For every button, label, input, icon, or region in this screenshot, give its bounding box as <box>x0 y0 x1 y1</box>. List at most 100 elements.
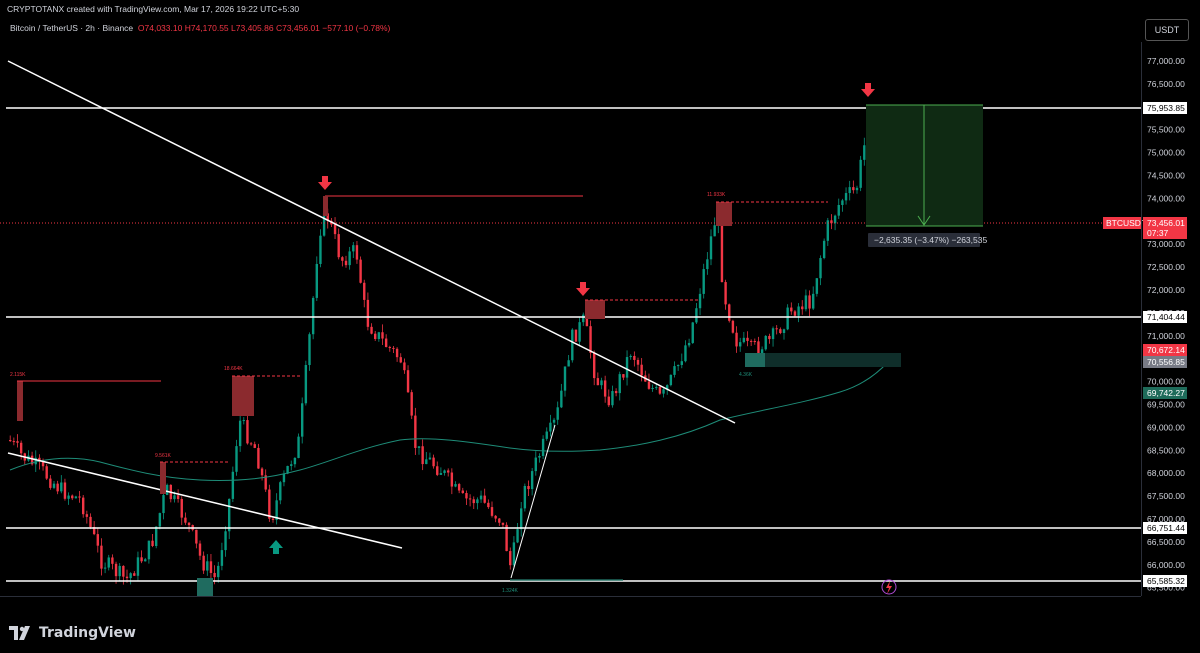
level-label: 71,404.44 <box>1147 312 1185 322</box>
trendline-ascending[interactable] <box>510 424 556 579</box>
candle-body <box>479 495 483 500</box>
candle-body <box>410 392 413 416</box>
candle-body <box>848 187 851 194</box>
ohlc-low: L73,405.86 <box>231 23 274 33</box>
candle-body <box>103 567 107 569</box>
candle-body <box>304 365 308 404</box>
candle-body <box>173 495 176 500</box>
candle-body <box>611 391 614 406</box>
candle-body <box>775 328 778 330</box>
candle-body <box>764 335 767 350</box>
level-label: 65,585.32 <box>1147 576 1185 586</box>
candle-body <box>56 483 59 492</box>
candle-body <box>414 415 417 448</box>
candle-body <box>490 507 494 516</box>
candle-body <box>563 366 567 391</box>
candle-body <box>855 187 859 191</box>
candle-body <box>837 204 840 216</box>
vol-label: 2.115K <box>10 372 26 378</box>
ma-label-gray: 70,556.85 <box>1147 357 1185 367</box>
price-tick-label: 74,500.00 <box>1147 171 1185 181</box>
candle-body <box>819 258 822 279</box>
candle-body <box>144 559 147 562</box>
price-axis[interactable]: 77,000.0076,500.0076,000.0075,500.0075,0… <box>1147 56 1185 593</box>
tradingview-logo[interactable]: TradingView <box>9 625 136 641</box>
candle-body <box>625 357 629 378</box>
symbol-name[interactable]: Bitcoin / TetherUS · 2h · Binance <box>10 23 133 33</box>
arrow-up-icon <box>269 540 283 554</box>
footer: TradingView <box>0 612 1200 653</box>
candle-body <box>333 224 337 235</box>
flash-icon[interactable] <box>881 579 897 595</box>
candle-body <box>541 438 545 456</box>
candle-body <box>96 534 99 546</box>
candle-body <box>395 348 399 358</box>
candle-body <box>527 485 530 490</box>
candle-body <box>217 565 220 578</box>
candle-body <box>509 551 512 566</box>
price-tick-label: 67,500.00 <box>1147 491 1185 501</box>
chart-canvas[interactable]: −2,635.35 (−3.47%) −263,535 2.115K 18.66… <box>0 42 1200 596</box>
candle-body <box>512 542 516 566</box>
candle-body <box>457 484 461 491</box>
candle-body <box>852 187 855 191</box>
candle-body <box>195 529 198 544</box>
candle-body <box>129 573 132 579</box>
candle-body <box>352 245 355 252</box>
volume-labels: 2.115K 18.664K 9.561K 11.933K 4.36K 1.32… <box>10 192 753 594</box>
candle-body <box>436 466 439 475</box>
candle-body <box>158 513 162 527</box>
candle-body <box>669 374 673 386</box>
vol-label: 11.933K <box>707 192 726 198</box>
position-label: −2,635.35 (−3.47%) −263,535 <box>874 235 987 245</box>
candle-body <box>622 374 625 378</box>
candle-body <box>523 485 527 509</box>
candle-body <box>209 561 213 573</box>
candle-body <box>801 306 804 310</box>
candle-body <box>238 420 242 447</box>
candle-body <box>114 563 118 577</box>
candle-body <box>538 455 541 458</box>
trendline-descending-lower[interactable] <box>7 452 403 549</box>
candle-body <box>494 515 497 519</box>
candle-body <box>556 407 559 420</box>
currency-button[interactable]: USDT <box>1145 19 1189 41</box>
candle-body <box>651 387 654 389</box>
candle-body <box>768 335 771 340</box>
candle-body <box>724 282 727 305</box>
arrow-down-icon <box>576 282 590 296</box>
candle-body <box>133 573 136 576</box>
tradingview-logo-icon <box>9 626 33 640</box>
candle-body <box>804 295 808 310</box>
candle-body <box>374 333 377 339</box>
candle-body <box>797 306 800 316</box>
candle-body <box>311 297 315 335</box>
candle-body <box>501 522 505 525</box>
candle-body <box>220 550 224 566</box>
candle-body <box>16 441 19 443</box>
candle-body <box>739 342 742 347</box>
vol-label: 4.36K <box>739 372 753 378</box>
candle-body <box>381 332 384 339</box>
trendline-descending-main[interactable] <box>7 60 736 424</box>
candle-body <box>337 234 340 258</box>
candle-body <box>815 278 819 294</box>
short-position-tool[interactable]: −2,635.35 (−3.47%) −263,535 <box>866 104 987 247</box>
candle-body <box>476 499 479 504</box>
footer-brand: TradingView <box>39 625 136 641</box>
candle-body <box>162 495 165 514</box>
candle-body <box>366 299 370 327</box>
candle-body <box>633 355 636 360</box>
candle-body <box>319 235 322 264</box>
candle-body <box>833 215 837 224</box>
candle-body <box>71 495 74 499</box>
candle-body <box>655 387 658 389</box>
extra-price-labels: 70,672.14 70,556.85 69,742.27 <box>1143 344 1187 399</box>
price-tick-label: 77,000.00 <box>1147 56 1185 66</box>
price-tick-label: 74,000.00 <box>1147 193 1185 203</box>
candle-body <box>118 565 121 577</box>
candle-body <box>428 457 432 460</box>
symbol-legend[interactable]: Bitcoin / TetherUS · 2h · Binance O74,03… <box>10 23 390 33</box>
candle-body <box>384 338 388 348</box>
candle-body <box>753 341 756 343</box>
